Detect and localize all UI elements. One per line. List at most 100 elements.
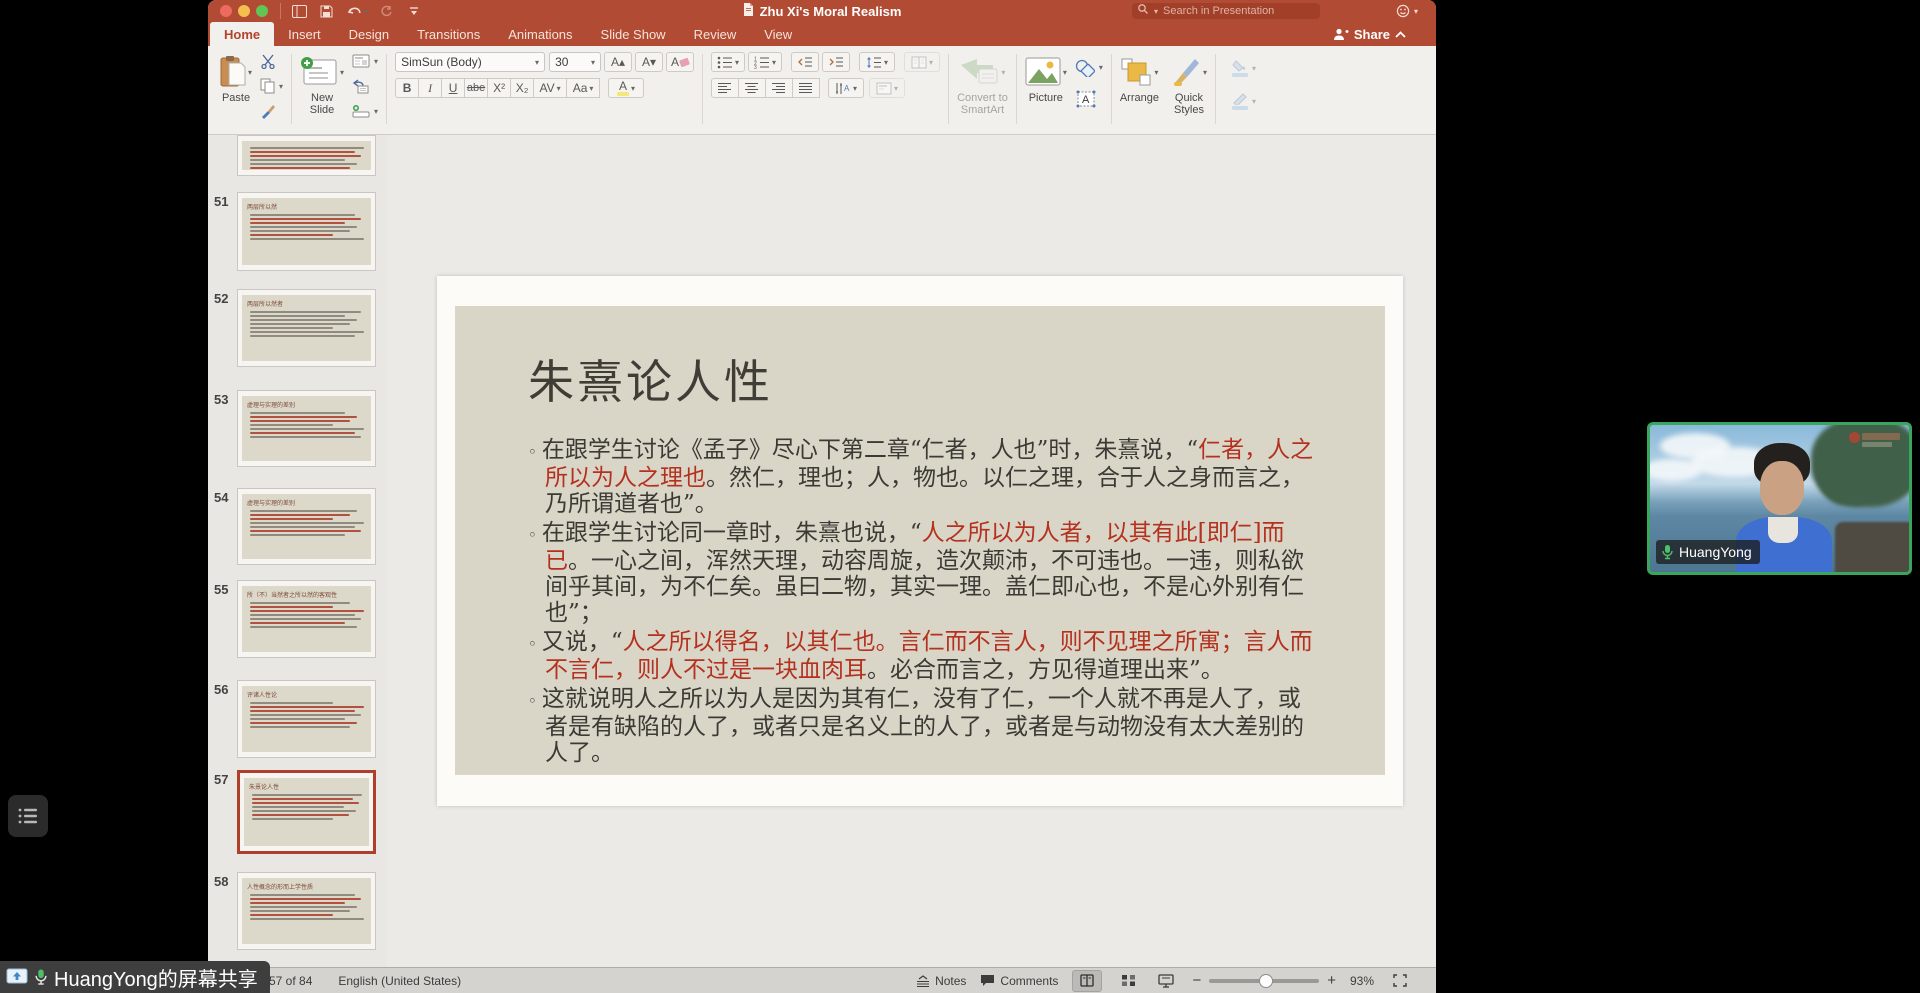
thumbnail-title: 朱熹论人性 bbox=[249, 784, 280, 791]
numbering-button[interactable]: 1 2 3 ▾ bbox=[748, 52, 783, 72]
slide-thumbnail-54[interactable]: 虚理与实理的差别 bbox=[237, 488, 376, 565]
search-box[interactable]: ▾ bbox=[1132, 3, 1320, 19]
participant-video-thumbnail[interactable]: HuangYong bbox=[1647, 422, 1912, 575]
slide-title[interactable]: 朱熹论人性 bbox=[528, 346, 773, 412]
format-painter-button[interactable] bbox=[260, 102, 283, 120]
quick-styles-button[interactable]: ▾ Quick Styles bbox=[1171, 52, 1207, 116]
slide-sorter-view-button[interactable] bbox=[1116, 971, 1140, 991]
shapes-button[interactable]: ▾ bbox=[1075, 59, 1103, 77]
slide-thumbnail-partial[interactable] bbox=[237, 135, 376, 176]
reset-slide-button[interactable] bbox=[352, 77, 378, 95]
slide-thumbnail-52[interactable]: 两层所以然者 bbox=[237, 289, 376, 367]
picture-button[interactable]: ▾ Picture bbox=[1025, 52, 1067, 104]
bold-button[interactable]: B bbox=[395, 78, 420, 98]
thumbnail-title: 人性概念的形而上学性质 bbox=[247, 884, 314, 891]
thumbnail-number: 56 bbox=[214, 682, 229, 697]
search-input[interactable] bbox=[1161, 4, 1306, 18]
subscript-button[interactable]: X₂ bbox=[510, 78, 535, 98]
slide-thumbnail-53[interactable]: 虚理与实理的差别 bbox=[237, 390, 376, 467]
character-spacing-button[interactable]: AV ▾ bbox=[533, 78, 568, 98]
zoom-in-button[interactable]: + bbox=[1327, 972, 1336, 989]
fit-to-window-button[interactable] bbox=[1388, 971, 1412, 991]
shape-fill-button[interactable]: ▾ bbox=[1232, 60, 1256, 78]
shape-line-button[interactable]: ▾ bbox=[1232, 93, 1256, 111]
tab-review[interactable]: Review bbox=[680, 22, 751, 46]
slide-thumbnail-57[interactable]: 朱熹论人性 bbox=[237, 770, 376, 854]
align-center-button[interactable] bbox=[738, 78, 767, 98]
slide-thumbnail-56[interactable]: 评诸人性论 bbox=[237, 680, 376, 758]
tab-view[interactable]: View bbox=[750, 22, 806, 46]
thumbnail-title: 所（不）当然者之所以然的客观性 bbox=[247, 592, 338, 599]
slide-bullets[interactable]: ◦ 在跟学生讨论《孟子》尽心下第二章“仁者，人也”时，朱熹说，“仁者，人之所以为人… bbox=[528, 437, 1314, 769]
font-size-select[interactable]: 30 ▾ bbox=[549, 52, 602, 72]
comments-button[interactable]: Comments bbox=[980, 974, 1058, 988]
zoom-slider[interactable] bbox=[1209, 973, 1320, 988]
comments-label: Comments bbox=[1000, 973, 1059, 988]
slide-canvas[interactable]: 朱熹论人性 ◦ 在跟学生讨论《孟子》尽心下第二章“仁者，人也”时，朱熹说，“仁者，… bbox=[437, 276, 1403, 806]
text-direction-button[interactable]: A ▾ bbox=[828, 78, 865, 98]
tab-home[interactable]: Home bbox=[210, 22, 275, 46]
align-text-button[interactable]: ▾ bbox=[869, 78, 906, 98]
slideshow-view-button[interactable] bbox=[1154, 971, 1178, 991]
thumbnail-number: 58 bbox=[214, 874, 229, 889]
font-color-button[interactable]: A ▾ bbox=[608, 78, 645, 98]
tab-design[interactable]: Design bbox=[335, 22, 403, 46]
increase-indent-button[interactable] bbox=[822, 52, 851, 72]
paragraph-group: ▾ 1 2 3 ▾ ▾ ▾ A ▾ ▾ bbox=[711, 52, 941, 98]
tab-insert[interactable]: Insert bbox=[274, 22, 335, 46]
ribbon: ▾ Paste ▾ ▾ New Slide ▾ ▾ SimSun (Body) … bbox=[208, 46, 1436, 135]
copy-button[interactable]: ▾ bbox=[260, 77, 283, 95]
convert-to-smartart-button[interactable]: ▾ Convert to SmartArt bbox=[957, 52, 1008, 116]
new-slide-button[interactable]: ▾ New Slide bbox=[300, 52, 344, 116]
slide-thumbnail-55[interactable]: 所（不）当然者之所以然的客观性 bbox=[237, 580, 376, 658]
decrease-indent-button[interactable] bbox=[791, 52, 820, 72]
bullet-text: 。一心之间，浑然天理，动容周旋，造次颠沛，不可违也。一违，则私欲间乎其间，为不仁… bbox=[545, 548, 1304, 626]
comments-icon bbox=[981, 975, 995, 986]
justify-button[interactable] bbox=[792, 78, 821, 98]
slide-thumbnail-58[interactable]: 人性概念的形而上学性质 bbox=[237, 872, 376, 950]
cut-button[interactable] bbox=[260, 52, 283, 70]
arrange-button[interactable]: ▾ Arrange bbox=[1120, 52, 1159, 104]
zoom-level[interactable]: 93% bbox=[1350, 974, 1374, 988]
arrange-label: Arrange bbox=[1119, 92, 1159, 104]
text-box-button[interactable]: A bbox=[1075, 90, 1103, 108]
superscript-button[interactable]: X² bbox=[487, 78, 512, 98]
zoom-slider-knob[interactable] bbox=[1258, 973, 1273, 988]
video-watermark bbox=[1849, 430, 1901, 450]
tab-transitions[interactable]: Transitions bbox=[403, 22, 494, 46]
font-name-select[interactable]: SimSun (Body) ▾ bbox=[395, 52, 546, 72]
floating-list-button[interactable] bbox=[8, 795, 48, 837]
paste-button[interactable]: ▾ Paste bbox=[220, 52, 252, 104]
italic-button[interactable]: I bbox=[418, 78, 443, 98]
clear-formatting-button[interactable]: A bbox=[666, 52, 695, 72]
notes-label: Notes bbox=[935, 973, 967, 988]
grow-font-button[interactable]: A▴ bbox=[604, 52, 633, 72]
section-button[interactable]: ▾ bbox=[352, 102, 378, 120]
change-case-button[interactable]: Aa ▾ bbox=[566, 78, 601, 98]
strikethrough-button[interactable]: abe bbox=[464, 78, 489, 98]
font-name-value: SimSun (Body) bbox=[401, 55, 482, 69]
notes-button[interactable]: Notes bbox=[916, 974, 966, 988]
share-button[interactable]: Share bbox=[1333, 22, 1406, 46]
zoom-out-button[interactable]: − bbox=[1192, 972, 1201, 989]
feedback-smiley-button[interactable]: ▾ bbox=[1396, 4, 1420, 18]
search-scope-chevron-icon[interactable]: ▾ bbox=[1154, 7, 1158, 16]
tab-slide-show[interactable]: Slide Show bbox=[587, 22, 680, 46]
slide-background: 朱熹论人性 ◦ 在跟学生讨论《孟子》尽心下第二章“仁者，人也”时，朱熹说，“仁者，… bbox=[455, 306, 1385, 775]
columns-button[interactable]: ▾ bbox=[904, 52, 941, 72]
shrink-font-button[interactable]: A▾ bbox=[635, 52, 664, 72]
tab-animations[interactable]: Animations bbox=[494, 22, 586, 46]
slide-thumbnail-51[interactable]: 两层所以然 bbox=[237, 192, 376, 271]
line-spacing-button[interactable]: ▾ bbox=[859, 52, 896, 72]
bullet-marker: ◦ bbox=[528, 635, 537, 653]
normal-view-button[interactable] bbox=[1072, 969, 1103, 992]
bullets-button[interactable]: ▾ bbox=[711, 52, 746, 72]
slide-layout-button[interactable]: ▾ bbox=[352, 52, 378, 70]
underline-button[interactable]: U bbox=[441, 78, 466, 98]
font-color-swatch bbox=[617, 91, 630, 96]
powerpoint-window: ▾ Zhu Xi's Moral Realism ▾ ▾ HomeIns bbox=[208, 0, 1436, 993]
align-left-button[interactable] bbox=[711, 78, 740, 98]
picture-label: Picture bbox=[1028, 92, 1063, 104]
language-indicator[interactable]: English (United States) bbox=[338, 974, 461, 988]
align-right-button[interactable] bbox=[765, 78, 794, 98]
